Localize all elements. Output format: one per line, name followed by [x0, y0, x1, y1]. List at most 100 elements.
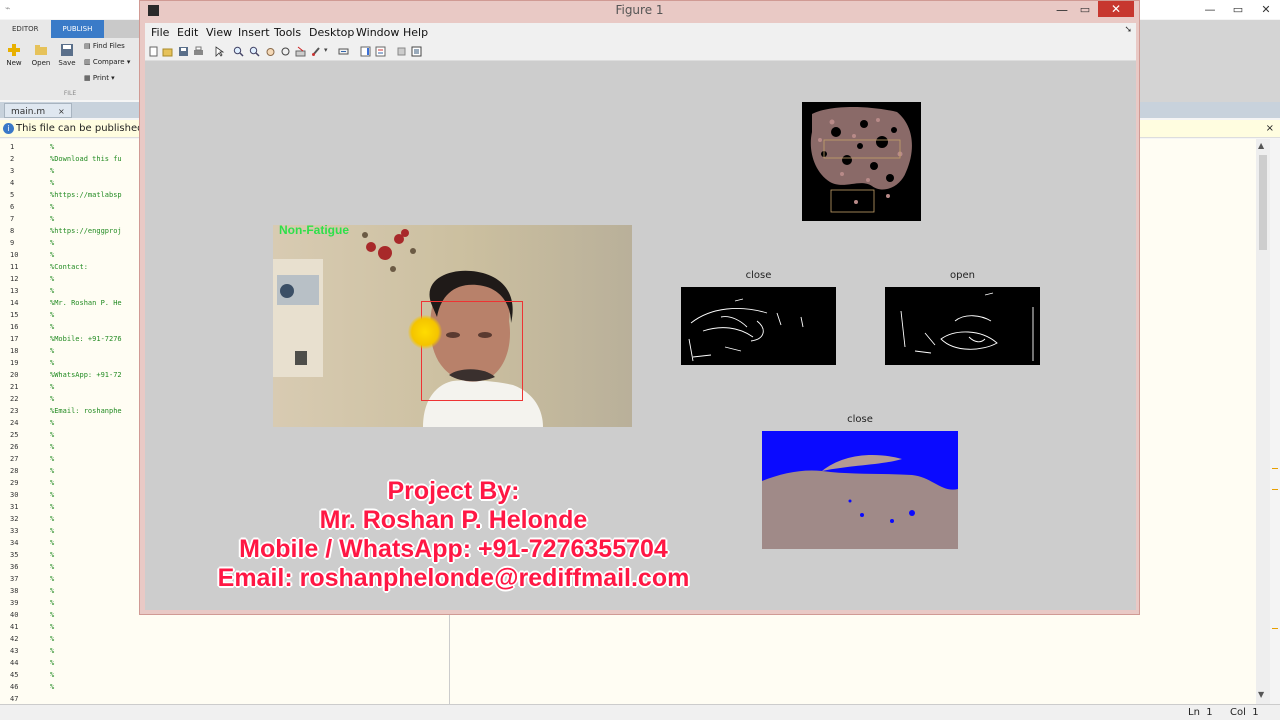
code-line[interactable]: %Mobile: +91-7276	[50, 333, 122, 345]
code-line[interactable]: %	[50, 549, 122, 561]
code-line[interactable]: %	[50, 681, 122, 693]
save-figure-icon[interactable]	[178, 46, 189, 57]
code-line[interactable]: %Download this fu	[50, 153, 122, 165]
print-figure-icon[interactable]	[193, 46, 204, 57]
code-text[interactable]: % %Download this fu%% %https://matlabsp%%%…	[50, 141, 122, 693]
code-line[interactable]: %	[50, 345, 122, 357]
compare-icon: ▥	[84, 58, 93, 66]
code-line[interactable]: %	[50, 237, 122, 249]
maximize-icon[interactable]: ▭	[1224, 0, 1252, 19]
code-line[interactable]: %	[50, 429, 122, 441]
code-line[interactable]: %	[50, 573, 122, 585]
code-line[interactable]: %	[50, 417, 122, 429]
code-line[interactable]: %	[50, 213, 122, 225]
code-line[interactable]: %	[50, 381, 122, 393]
minimize-icon[interactable]: —	[1196, 0, 1224, 19]
code-line[interactable]: %	[50, 561, 122, 573]
info-bar-close-icon[interactable]: ×	[1266, 120, 1274, 138]
scroll-up-icon[interactable]: ▲	[1258, 141, 1264, 150]
code-line[interactable]: %	[50, 645, 122, 657]
pan-icon[interactable]	[265, 46, 276, 57]
warning-mark[interactable]	[1272, 468, 1278, 469]
new-figure-icon[interactable]	[148, 46, 159, 57]
scroll-down-icon[interactable]: ▼	[1258, 690, 1264, 699]
code-line[interactable]: %	[50, 309, 122, 321]
hide-plot-tools-icon[interactable]	[396, 46, 407, 57]
code-line[interactable]: %	[50, 201, 122, 213]
tab-publish[interactable]: PUBLISH	[50, 20, 105, 38]
tab-editor[interactable]: EDITOR	[0, 20, 51, 38]
brush-dropdown-icon[interactable]: ▾	[324, 46, 328, 54]
code-line[interactable]: %	[50, 321, 122, 333]
data-cursor-icon[interactable]	[295, 46, 306, 57]
edit-plot-icon[interactable]	[214, 46, 225, 57]
code-line[interactable]: %	[50, 597, 122, 609]
figure-canvas[interactable]: Non-Fatigue close open close Project By:…	[145, 61, 1136, 610]
new-button[interactable]: New	[4, 44, 24, 67]
show-plot-tools-icon[interactable]	[411, 46, 422, 57]
code-line[interactable]: %	[50, 441, 122, 453]
code-line[interactable]: %	[50, 489, 122, 501]
close-icon[interactable]: ✕	[1098, 1, 1134, 17]
code-line[interactable]: %	[50, 177, 122, 189]
menu-window[interactable]: Window	[356, 26, 399, 39]
minimize-icon[interactable]: —	[1052, 1, 1072, 19]
menu-edit[interactable]: Edit	[177, 26, 198, 39]
code-line[interactable]: %https://enggproj	[50, 225, 122, 237]
code-line[interactable]: %	[50, 465, 122, 477]
brush-icon[interactable]	[311, 46, 322, 57]
menu-help[interactable]: Help	[403, 26, 428, 39]
link-plot-icon[interactable]	[338, 46, 349, 57]
code-line[interactable]: %	[50, 525, 122, 537]
editor-scrollbar[interactable]: ▲ ▼	[1256, 139, 1270, 704]
code-line[interactable]: %	[50, 621, 122, 633]
code-line[interactable]: %	[50, 585, 122, 597]
code-line[interactable]: %	[50, 609, 122, 621]
scrollbar-thumb[interactable]	[1259, 155, 1267, 250]
close-icon[interactable]: ✕	[1252, 0, 1280, 19]
zoom-out-icon[interactable]	[249, 46, 260, 57]
code-line[interactable]: %	[50, 141, 122, 153]
print-button[interactable]: ▦ Print ▾	[84, 74, 115, 82]
code-line[interactable]: %	[50, 285, 122, 297]
open-file-icon[interactable]	[162, 46, 173, 57]
warning-mark[interactable]	[1272, 489, 1278, 490]
code-line[interactable]: %	[50, 669, 122, 681]
file-tab-main[interactable]: main.m ×	[4, 103, 72, 118]
code-line[interactable]: %	[50, 633, 122, 645]
code-line[interactable]: %	[50, 501, 122, 513]
menu-desktop[interactable]: Desktop	[309, 26, 354, 39]
code-line[interactable]: %	[50, 513, 122, 525]
save-button[interactable]: Save	[56, 44, 78, 67]
code-line[interactable]: %	[50, 357, 122, 369]
insert-legend-icon[interactable]	[375, 46, 386, 57]
file-tab-close-icon[interactable]: ×	[58, 107, 65, 116]
code-line[interactable]: %	[50, 273, 122, 285]
code-line[interactable]: %WhatsApp: +91-72	[50, 369, 122, 381]
insert-colorbar-icon[interactable]	[360, 46, 371, 57]
code-line[interactable]: %	[50, 537, 122, 549]
warning-mark[interactable]	[1272, 628, 1278, 629]
code-line[interactable]: %	[50, 249, 122, 261]
compare-button[interactable]: ▥ Compare ▾	[84, 58, 130, 66]
find-files-button[interactable]: ▤ Find Files	[84, 42, 125, 50]
menu-insert[interactable]: Insert	[238, 26, 270, 39]
menu-file[interactable]: File	[151, 26, 169, 39]
maximize-icon[interactable]: ▭	[1075, 1, 1095, 19]
dock-arrow-icon[interactable]: ➘	[1124, 25, 1132, 35]
menu-view[interactable]: View	[206, 26, 232, 39]
code-line[interactable]: %Contact:	[50, 261, 122, 273]
figure-titlebar[interactable]: Figure 1 — ▭ ✕	[140, 1, 1139, 20]
code-line[interactable]: %	[50, 453, 122, 465]
menu-tools[interactable]: Tools	[274, 26, 301, 39]
code-line[interactable]: %Mr. Roshan P. He	[50, 297, 122, 309]
code-line[interactable]: %Email: roshanphe	[50, 405, 122, 417]
code-line[interactable]: %	[50, 393, 122, 405]
open-button[interactable]: Open	[30, 44, 52, 67]
code-line[interactable]: %	[50, 657, 122, 669]
zoom-in-icon[interactable]	[233, 46, 244, 57]
code-line[interactable]: %	[50, 477, 122, 489]
code-line[interactable]: %	[50, 165, 122, 177]
rotate-3d-icon[interactable]	[280, 46, 291, 57]
code-line[interactable]: %https://matlabsp	[50, 189, 122, 201]
